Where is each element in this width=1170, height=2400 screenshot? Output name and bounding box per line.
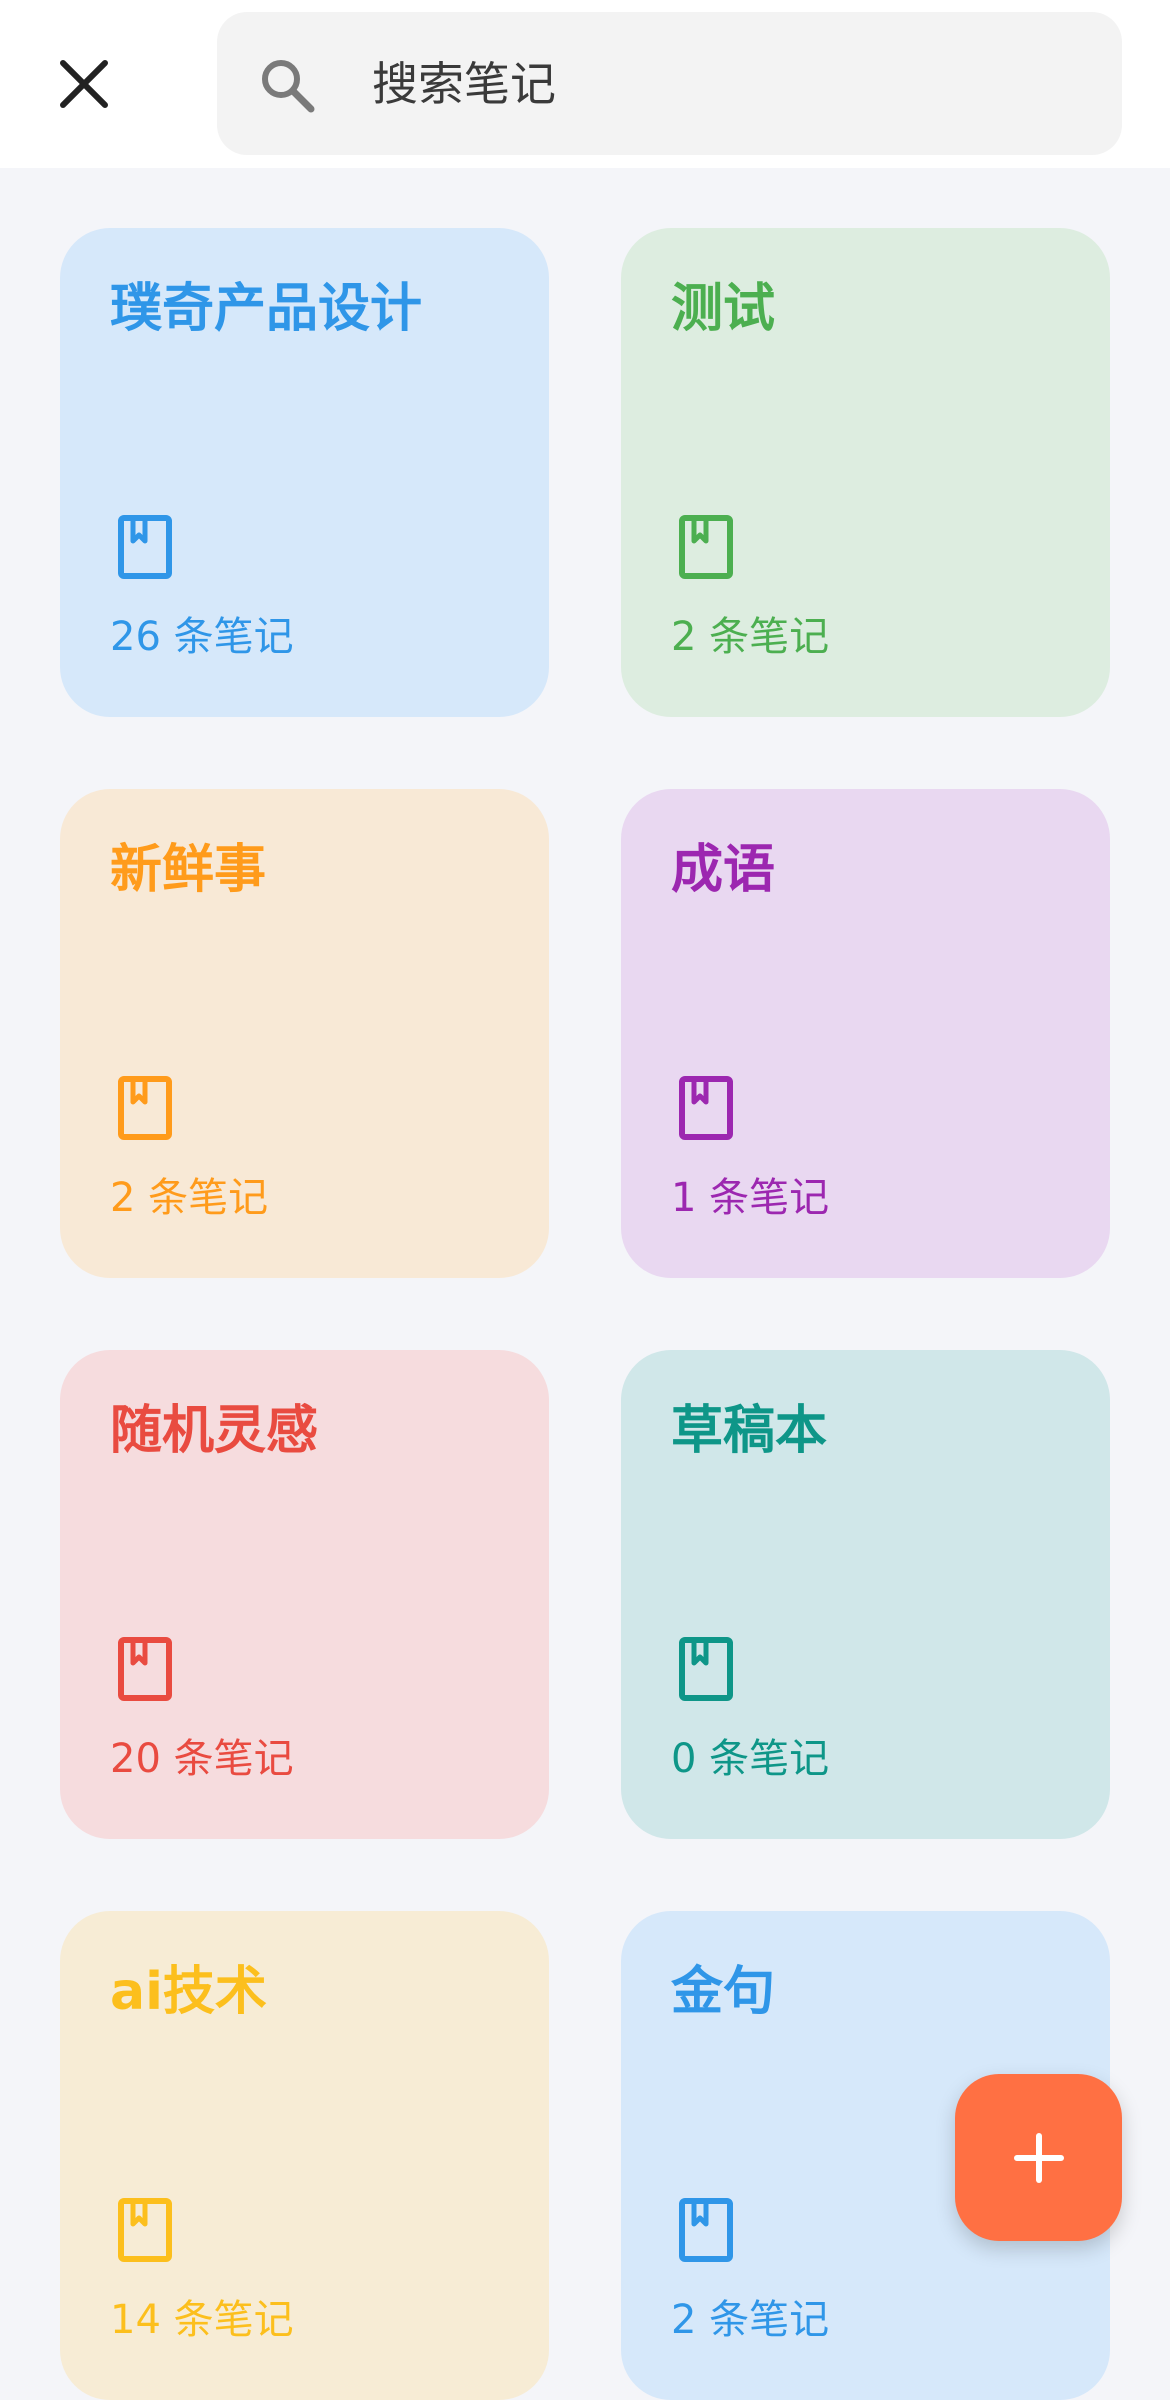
notebook-icon [118,2198,172,2262]
notebook-title: 成语 [671,840,776,900]
notebook-note-count: 14 条笔记 [110,2297,294,2343]
notebook-card[interactable]: 随机灵感 20 条笔记 [60,1350,549,1839]
notebook-icon [679,1076,733,1140]
notebook-title: ai技术 [110,1962,267,2022]
notebook-icon [679,2198,733,2262]
notebook-card[interactable]: 新鲜事 2 条笔记 [60,789,549,1278]
plus-icon [1013,2132,1064,2183]
notebook-title: 草稿本 [671,1401,828,1461]
notebook-card[interactable]: 璞奇产品设计 26 条笔记 [60,228,549,717]
close-button[interactable] [44,44,124,124]
notebook-title: 随机灵感 [110,1401,319,1461]
header-bar [0,0,1170,168]
notebook-note-count: 2 条笔记 [110,1175,269,1221]
notebook-icon [118,1076,172,1140]
notebook-note-count: 26 条笔记 [110,614,294,660]
notebook-note-count: 1 条笔记 [671,1175,830,1221]
notebook-note-count: 0 条笔记 [671,1736,830,1782]
notebook-title: 璞奇产品设计 [110,279,423,339]
search-bar[interactable] [217,12,1122,155]
notebook-card[interactable]: 成语 1 条笔记 [621,789,1110,1278]
close-icon [60,60,108,108]
notebook-note-count: 2 条笔记 [671,2297,830,2343]
notebook-title: 新鲜事 [110,840,267,900]
notebook-card[interactable]: ai技术 14 条笔记 [60,1911,549,2400]
notebook-note-count: 2 条笔记 [671,614,830,660]
search-input[interactable] [372,12,1092,155]
notebook-card[interactable]: 草稿本 0 条笔记 [621,1350,1110,1839]
notebook-title: 金句 [671,1962,776,2022]
notebook-icon [679,515,733,579]
notebook-icon [118,515,172,579]
notebook-title: 测试 [671,279,776,339]
notebook-icon [118,1637,172,1701]
search-icon [262,60,315,113]
notebook-card[interactable]: 测试 2 条笔记 [621,228,1110,717]
notebook-note-count: 20 条笔记 [110,1736,294,1782]
add-notebook-button[interactable] [955,2074,1122,2241]
notebook-icon [679,1637,733,1701]
